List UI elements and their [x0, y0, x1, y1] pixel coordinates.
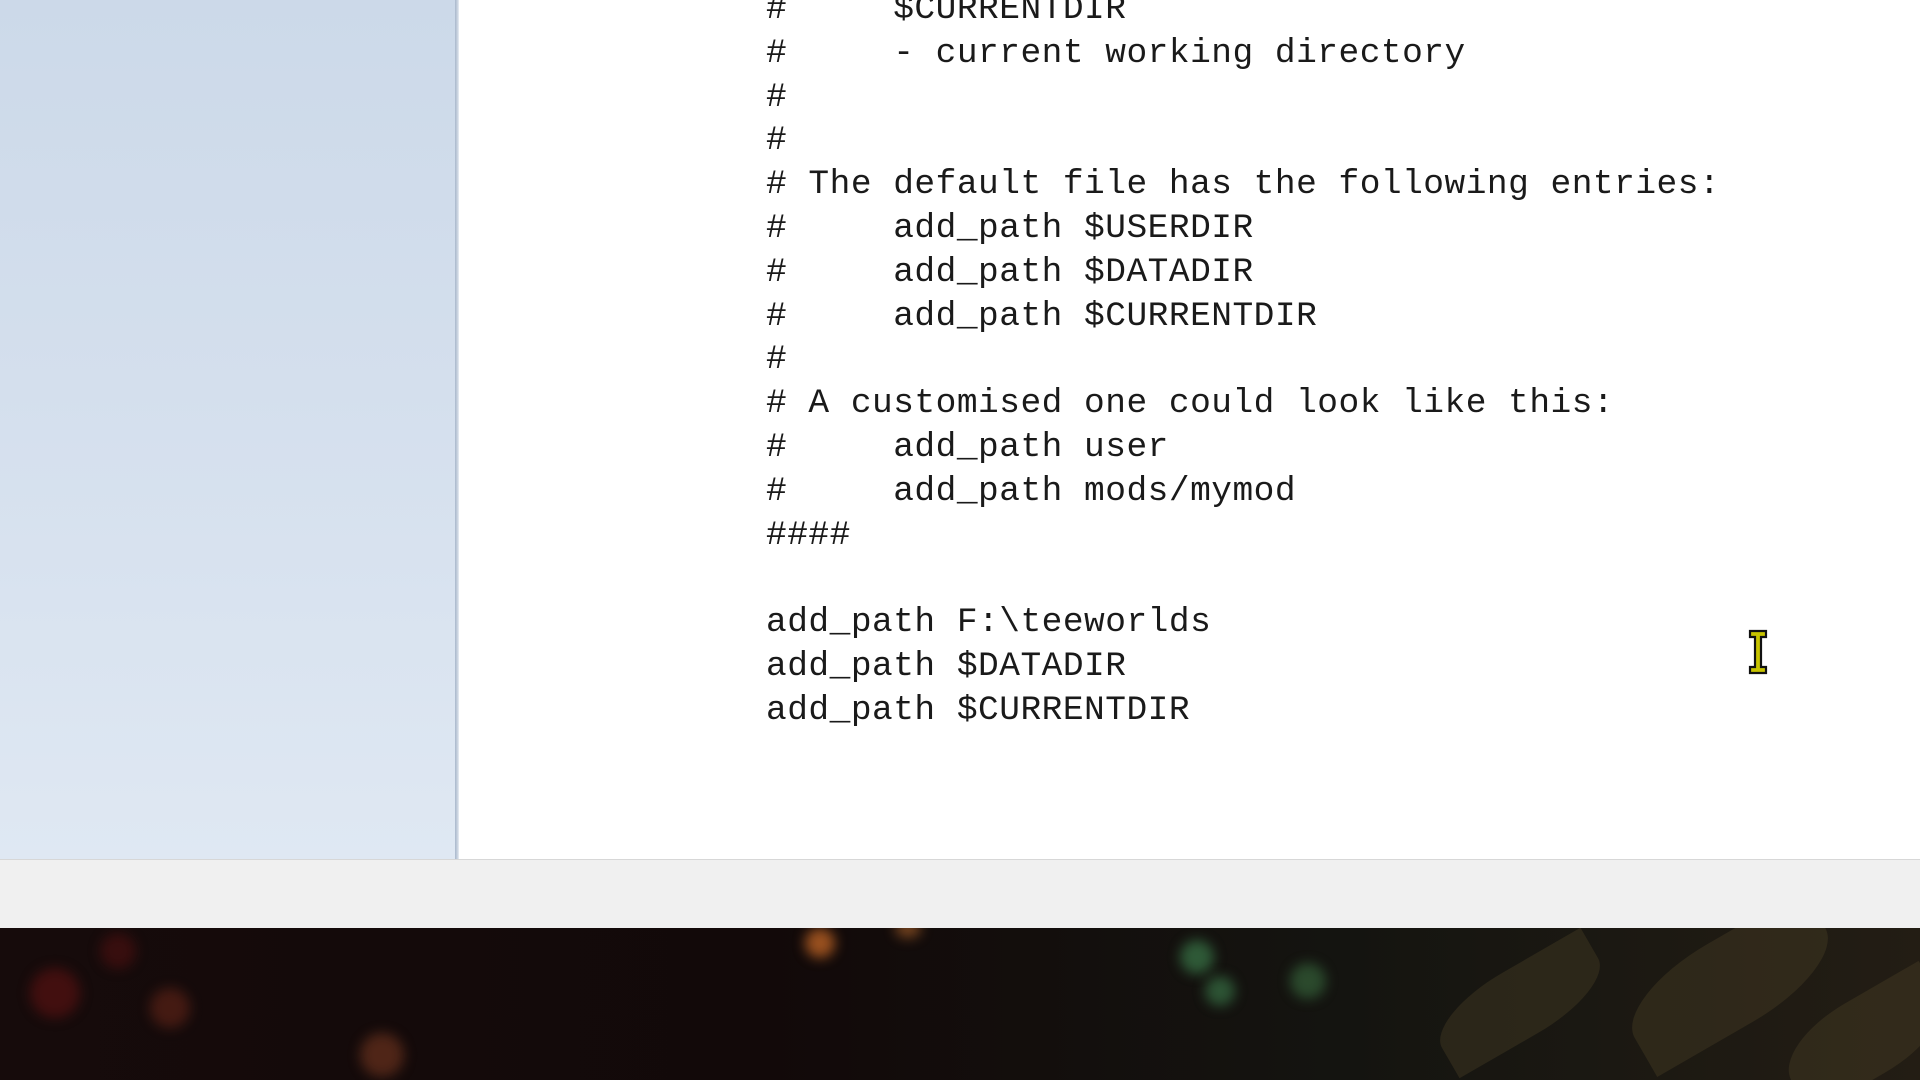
code-line: # - current working directory: [766, 33, 1466, 73]
text-editor-area[interactable]: # $CURRENTDIR # - current working direct…: [459, 0, 1920, 859]
code-line: # add_path $CURRENTDIR: [766, 296, 1318, 336]
code-lines: # $CURRENTDIR # - current working direct…: [766, 0, 1720, 733]
code-line: # add_path $USERDIR: [766, 208, 1254, 248]
code-line: add_path $DATADIR: [766, 646, 1127, 686]
code-line: add_path $CURRENTDIR: [766, 690, 1191, 730]
status-bar: [0, 859, 1920, 928]
code-line: add_path F:\teeworlds: [766, 603, 1212, 643]
code-line: # add_path user: [766, 427, 1169, 467]
code-line: # The default file has the following ent…: [766, 165, 1721, 205]
code-line: # add_path mods/mymod: [766, 471, 1297, 511]
code-line: # add_path $DATADIR: [766, 252, 1254, 292]
code-line: #: [766, 340, 788, 380]
left-side-pane[interactable]: [0, 0, 455, 859]
desktop-wallpaper: [0, 928, 1920, 1080]
code-line: #: [766, 77, 788, 117]
code-line: # A customised one could look like this:: [766, 384, 1615, 424]
code-line: # $CURRENTDIR: [766, 0, 1127, 29]
screen: # $CURRENTDIR # - current working direct…: [0, 0, 1920, 1080]
code-line: #: [766, 121, 788, 161]
i-beam-text-cursor-icon: [1748, 629, 1768, 675]
code-line: ####: [766, 515, 851, 555]
